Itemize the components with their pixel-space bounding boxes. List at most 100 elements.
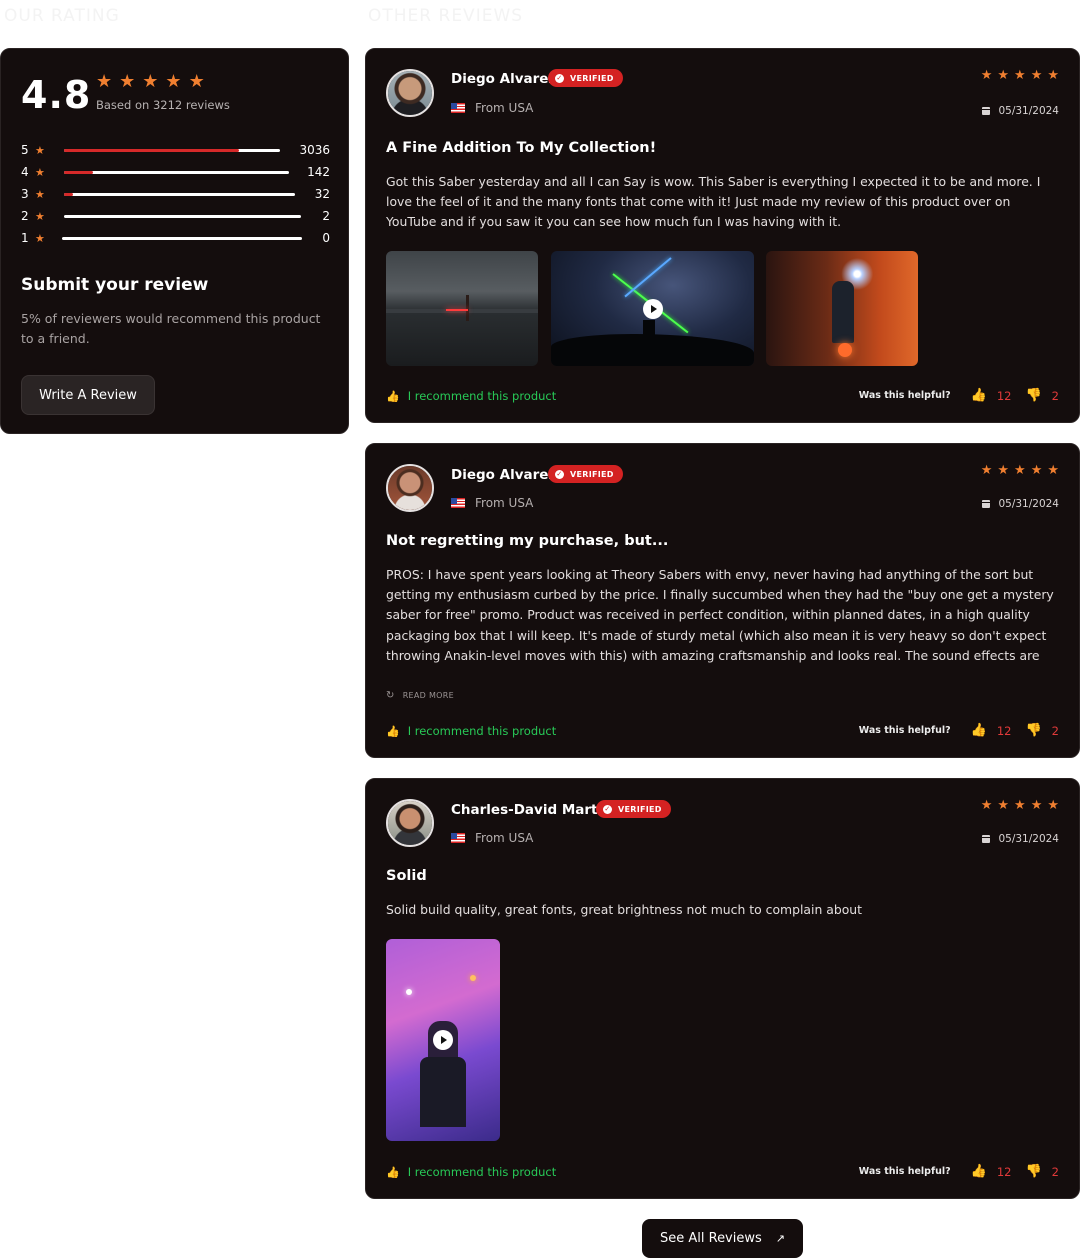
thumbs-up-icon[interactable]: 👍 xyxy=(971,1164,987,1179)
star-icon: ★ xyxy=(35,187,45,201)
helpful-yes-count: 12 xyxy=(996,1164,1012,1179)
review-date: 05/31/2024 xyxy=(982,498,1059,510)
rating-bar-fill xyxy=(64,170,94,174)
star-icon: ★ xyxy=(35,165,45,179)
review-card: Diego Alvarez ✓ VERIFIED From USA ★ ★ ★ ★ ★ 0… xyxy=(365,48,1080,423)
star-icon: ★ xyxy=(980,68,993,83)
recommend-text: I recommend this product xyxy=(407,1165,557,1179)
helpful-no-count: 2 xyxy=(1051,723,1059,738)
arrow-up-right-icon: ↗ xyxy=(775,1232,785,1245)
write-review-button[interactable]: Write A Review xyxy=(21,375,155,415)
rating-bar-fill xyxy=(64,148,239,152)
rating-bar xyxy=(64,192,295,196)
verified-badge-icon: ✓ xyxy=(555,73,564,83)
recommend-text: I recommend this product xyxy=(407,389,557,403)
review-video[interactable] xyxy=(386,939,500,1141)
thumbs-up-icon: 👍 xyxy=(386,389,400,403)
rating-row-label: 3 xyxy=(21,187,29,201)
location-text: From USA xyxy=(475,831,534,845)
verified-badge: ✓ VERIFIED xyxy=(548,465,623,483)
calendar-icon xyxy=(982,107,991,115)
star-icon: ★ xyxy=(142,71,159,92)
star-icon: ★ xyxy=(35,209,45,223)
review-body: Got this Saber yesterday and all I can S… xyxy=(386,174,1041,230)
review-title: Not regretting my purchase, but... xyxy=(386,533,669,549)
rating-bar xyxy=(62,236,302,240)
verified-label: VERIFIED xyxy=(618,804,662,814)
rating-heading: OUR RATING xyxy=(4,6,120,26)
star-icon: ★ xyxy=(997,68,1010,83)
star-icon: ★ xyxy=(165,71,182,92)
verified-badge-icon: ✓ xyxy=(555,469,564,479)
thumbs-down-icon[interactable]: 👎 xyxy=(1025,723,1041,738)
review-card: Charles-David Martel ✓ VERIFIED From USA … xyxy=(365,778,1080,1199)
star-icon: ★ xyxy=(1030,68,1043,83)
rating-row-count: 0 xyxy=(322,231,330,245)
reviewer-location: From USA xyxy=(451,831,533,845)
star-icon: ★ xyxy=(980,463,993,478)
verified-badge-icon: ✓ xyxy=(603,804,612,814)
star-icon: ★ xyxy=(1030,798,1043,813)
review-stars: ★ ★ ★ ★ ★ xyxy=(981,69,1059,82)
location-text: From USA xyxy=(475,496,534,510)
date-text: 05/31/2024 xyxy=(998,833,1059,845)
rating-bar-fill xyxy=(64,192,74,196)
review-photo[interactable] xyxy=(386,251,538,366)
read-more-text: READ MORE xyxy=(402,691,454,700)
review-stars: ★ ★ ★ ★ ★ xyxy=(981,799,1059,812)
helpful-no-count: 2 xyxy=(1051,1164,1059,1179)
thumbs-down-icon[interactable]: 👎 xyxy=(1025,1164,1041,1179)
location-text: From USA xyxy=(475,101,534,115)
thumbs-up-icon[interactable]: 👍 xyxy=(971,388,987,403)
review-body: PROS: I have spent years looking at Theo… xyxy=(386,567,1054,663)
calendar-icon xyxy=(982,500,991,508)
date-text: 05/31/2024 xyxy=(998,105,1059,117)
reviewer-name: Charles-David Martel xyxy=(451,802,612,818)
see-all-reviews-button[interactable]: See All Reviews ↗ xyxy=(642,1219,803,1258)
rating-bar xyxy=(64,214,301,218)
us-flag-icon xyxy=(451,833,465,843)
review-video[interactable] xyxy=(551,251,754,366)
star-icon: ★ xyxy=(1030,463,1043,478)
review-body: Solid build quality, great fonts, great … xyxy=(386,902,862,917)
average-score: 4.8 xyxy=(21,73,92,117)
helpful-yes-count: 12 xyxy=(996,388,1012,403)
recommend-label: 👍 I recommend this product xyxy=(386,389,556,403)
review-date: 05/31/2024 xyxy=(982,105,1059,117)
reviewer-name: Diego Alvarez xyxy=(451,71,557,87)
verified-label: VERIFIED xyxy=(570,469,614,479)
star-icon: ★ xyxy=(119,71,136,92)
review-photo[interactable] xyxy=(766,251,918,366)
rating-row-5: 5 ★ 3036 xyxy=(21,143,330,157)
submit-review-title: Submit your review xyxy=(21,275,209,295)
review-count: Based on 3212 reviews xyxy=(96,98,230,112)
star-icon: ★ xyxy=(1047,68,1059,83)
verified-badge: ✓ VERIFIED xyxy=(548,69,623,87)
star-icon: ★ xyxy=(96,71,113,92)
calendar-icon xyxy=(982,835,991,843)
thumbs-down-icon[interactable]: 👎 xyxy=(1025,388,1041,403)
rating-bar xyxy=(64,170,289,174)
review-card: Diego Alvarez ✓ VERIFIED From USA ★ ★ ★ ★ ★ 0… xyxy=(365,443,1080,758)
review-date: 05/31/2024 xyxy=(982,833,1059,845)
recommend-label: 👍 I recommend this product xyxy=(386,724,556,738)
review-title: A Fine Addition To My Collection! xyxy=(386,140,657,156)
review-title: Solid xyxy=(386,868,427,884)
thumbs-up-icon: 👍 xyxy=(386,1165,400,1179)
submit-review-description: 5% of reviewers would recommend this pro… xyxy=(21,311,321,346)
star-icon: ★ xyxy=(35,231,45,245)
rating-row-1: 1 ★ 0 xyxy=(21,231,330,245)
play-icon[interactable] xyxy=(433,1030,453,1050)
thumbs-up-icon[interactable]: 👍 xyxy=(971,723,987,738)
rating-row-3: 3 ★ 32 xyxy=(21,187,330,201)
see-all-label: See All Reviews xyxy=(659,1231,762,1246)
read-more-link[interactable]: ↻ READ MORE xyxy=(386,690,454,701)
avatar xyxy=(386,799,434,847)
rating-summary-card: 4.8 ★ ★ ★ ★ ★ Based on 3212 reviews 5 ★ … xyxy=(0,48,349,434)
rating-row-2: 2 ★ 2 xyxy=(21,209,330,223)
helpful-label: Was this helpful? xyxy=(858,390,951,401)
helpful-label: Was this helpful? xyxy=(858,725,951,736)
play-icon[interactable] xyxy=(642,298,663,319)
us-flag-icon xyxy=(451,498,465,508)
star-icon: ★ xyxy=(980,798,993,813)
